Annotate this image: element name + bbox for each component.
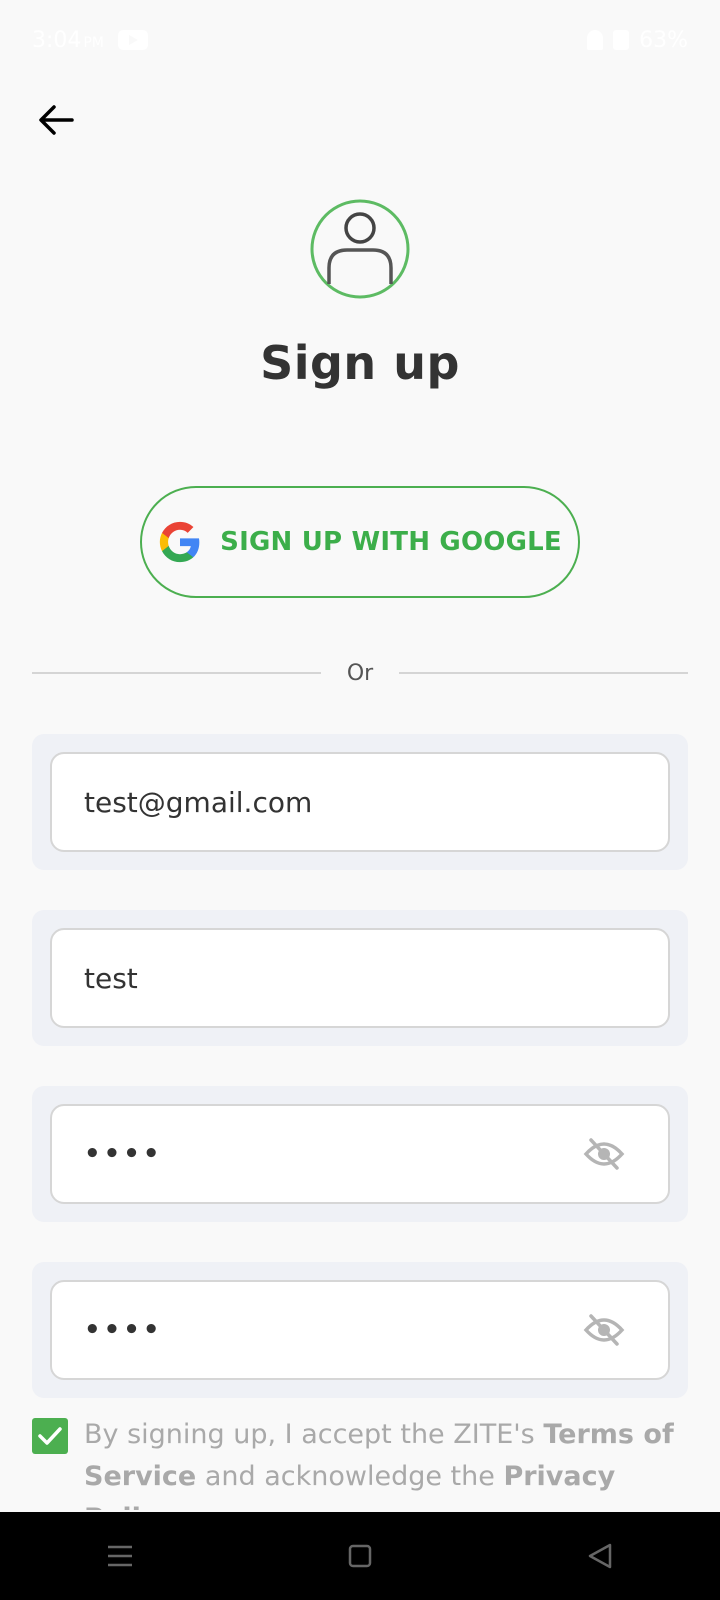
google-button-label: SIGN UP WITH GOOGLE <box>220 527 562 557</box>
page-title: Sign up <box>260 336 460 390</box>
status-time: 3:04 PM <box>32 27 104 53</box>
terms-checkbox[interactable] <box>32 1418 68 1454</box>
back-button[interactable] <box>36 100 76 140</box>
terms-middle: and acknowledge the <box>196 1461 504 1492</box>
triangle-back-icon <box>588 1543 612 1569</box>
divider-label: Or <box>346 660 374 686</box>
confirm-password-field-value: •••• <box>84 1315 163 1345</box>
system-navigation-bar <box>0 1512 720 1600</box>
confirm-password-visibility-toggle[interactable] <box>582 1310 626 1350</box>
email-field-value: test@gmail.com <box>84 785 313 819</box>
eye-off-icon <box>583 1138 625 1170</box>
home-button[interactable] <box>320 1526 400 1586</box>
name-field-value: test <box>84 961 138 995</box>
status-bar: 3:04 PM 63% <box>0 0 720 80</box>
or-divider: Or <box>32 660 688 686</box>
avatar <box>309 198 411 300</box>
arrow-left-icon <box>39 105 74 135</box>
confirm-password-field[interactable]: •••• <box>50 1280 670 1380</box>
checkmark-icon <box>38 1427 62 1445</box>
battery-icon <box>613 30 630 50</box>
recents-button[interactable] <box>80 1526 160 1586</box>
wifi-icon <box>587 30 604 50</box>
terms-text: By signing up, I accept the ZITE's Terms… <box>84 1414 688 1510</box>
divider-line-left <box>32 672 321 674</box>
terms-prefix: By signing up, I accept the ZITE's <box>84 1419 544 1450</box>
status-left: 3:04 PM <box>32 28 148 53</box>
name-field-card: test <box>32 910 688 1046</box>
user-icon <box>310 199 410 299</box>
status-right: 63% <box>587 28 688 53</box>
google-g-icon <box>159 521 200 563</box>
password-field-card: •••• <box>32 1086 688 1222</box>
email-field-card: test@gmail.com <box>32 734 688 870</box>
youtube-notification-icon <box>117 30 148 50</box>
password-field[interactable]: •••• <box>50 1104 670 1204</box>
divider-line-right <box>399 672 688 674</box>
name-field[interactable]: test <box>50 928 670 1028</box>
back-nav-button[interactable] <box>560 1526 640 1586</box>
email-field[interactable]: test@gmail.com <box>50 752 670 852</box>
terms-agreement: By signing up, I accept the ZITE's Terms… <box>32 1414 688 1510</box>
confirm-password-field-card: •••• <box>32 1262 688 1398</box>
square-icon <box>348 1544 372 1568</box>
password-field-value: •••• <box>84 1139 163 1169</box>
eye-off-icon <box>583 1314 625 1346</box>
sign-up-with-google-button[interactable]: SIGN UP WITH GOOGLE <box>140 486 580 598</box>
password-visibility-toggle[interactable] <box>582 1134 626 1174</box>
battery-percent: 63% <box>639 27 688 53</box>
menu-icon <box>108 1545 132 1567</box>
